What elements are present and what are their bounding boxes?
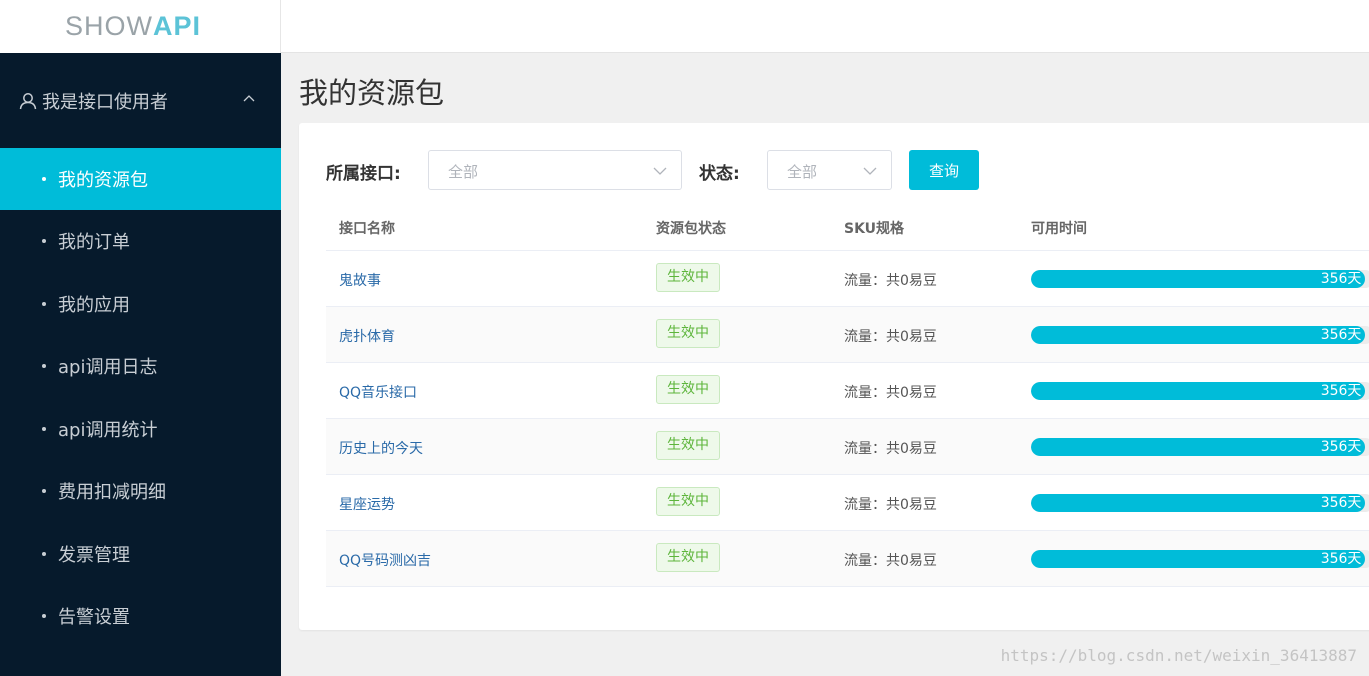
logo-text-api: API — [153, 11, 202, 41]
sidebar-item-label: 我的应用 — [58, 294, 130, 316]
progress-fill: 356天 — [1031, 550, 1366, 568]
sidebar-group-label: 我是接口使用者 — [42, 91, 168, 113]
progress-fill: 356天 — [1031, 438, 1366, 456]
sku-spec: 流量：共0易豆 — [844, 497, 937, 513]
status-filter-label: 状态: — [699, 164, 740, 184]
sidebar: SHOW API 我是接口使用者 我的资源包 我的订单 我的应用 api调用日志 … — [0, 0, 281, 676]
logo-text-show: SHOW — [65, 11, 153, 41]
bullet-icon — [42, 364, 46, 369]
remaining-progress-bar: 356天 — [1031, 550, 1369, 568]
sidebar-item-resource-packs[interactable]: 我的资源包 — [0, 148, 281, 210]
sku-spec: 流量：共0易豆 — [844, 553, 937, 569]
progress-fill: 356天 — [1031, 270, 1366, 288]
sku-spec: 流量：共0易豆 — [844, 273, 937, 289]
query-button[interactable]: 查询 — [909, 150, 979, 190]
sidebar-item-invoices[interactable]: 发票管理 — [0, 523, 281, 586]
sidebar-item-label: api调用统计 — [58, 419, 158, 441]
sidebar-item-label: api调用日志 — [58, 357, 158, 379]
sidebar-item-label: 费用扣减明细 — [58, 482, 166, 504]
table-row: 虎扑体育 生效中 流量：共0易豆 356天 — [326, 307, 1369, 363]
progress-fill: 356天 — [1031, 494, 1366, 512]
sku-spec: 流量：共0易豆 — [844, 441, 937, 457]
column-header-status[interactable]: 资源包状态 — [656, 218, 726, 238]
filter-row: 所属接口: 全部 状态: 全部 查询 — [299, 150, 1369, 190]
api-name-link[interactable]: 虎扑体育 — [339, 326, 395, 346]
column-header-api-name[interactable]: 接口名称 — [339, 218, 395, 238]
resource-pack-table: 接口名称 资源包状态 SKU规格 可用时间 鬼故事 生效中 流量：共0易豆 35… — [326, 203, 1369, 587]
progress-fill: 356天 — [1031, 326, 1366, 344]
sidebar-item-label: 告警设置 — [58, 607, 130, 629]
status-badge: 生效中 — [656, 375, 720, 404]
sidebar-group-api-user[interactable]: 我是接口使用者 — [0, 53, 281, 148]
column-header-available-time[interactable]: 可用时间 — [1031, 218, 1087, 238]
remaining-days: 356天 — [1320, 271, 1362, 287]
sku-spec: 流量：共0易豆 — [844, 385, 937, 401]
table-row: QQ音乐接口 生效中 流量：共0易豆 356天 — [326, 363, 1369, 419]
sidebar-item-fee-details[interactable]: 费用扣减明细 — [0, 460, 281, 523]
api-filter-label: 所属接口: — [326, 164, 401, 184]
sidebar-item-alerts[interactable]: 告警设置 — [0, 585, 281, 648]
sidebar-item-api-logs[interactable]: api调用日志 — [0, 335, 281, 398]
api-name-link[interactable]: 历史上的今天 — [339, 438, 423, 458]
table-header: 接口名称 资源包状态 SKU规格 可用时间 — [326, 203, 1369, 251]
remaining-progress-bar: 356天 — [1031, 494, 1369, 512]
status-badge: 生效中 — [656, 487, 720, 516]
api-filter-placeholder: 全部 — [448, 163, 479, 181]
table-row: 历史上的今天 生效中 流量：共0易豆 356天 — [326, 419, 1369, 475]
logo[interactable]: SHOW API — [0, 0, 281, 53]
sidebar-item-apps[interactable]: 我的应用 — [0, 273, 281, 336]
sidebar-item-label: 发票管理 — [58, 544, 130, 566]
remaining-days: 356天 — [1320, 439, 1362, 455]
bullet-icon — [42, 177, 46, 181]
api-name-link[interactable]: 星座运势 — [339, 494, 395, 514]
bullet-icon — [42, 551, 46, 556]
watermark: https://blog.csdn.net/weixin_36413887 — [1000, 646, 1357, 665]
sidebar-item-orders[interactable]: 我的订单 — [0, 210, 281, 273]
sidebar-item-api-stats[interactable]: api调用统计 — [0, 398, 281, 461]
chevron-down-icon — [863, 167, 877, 175]
table-row: 鬼故事 生效中 流量：共0易豆 356天 — [326, 251, 1369, 307]
remaining-progress-bar: 356天 — [1031, 270, 1369, 288]
bullet-icon — [42, 614, 46, 619]
remaining-progress-bar: 356天 — [1031, 326, 1369, 344]
status-badge: 生效中 — [656, 263, 720, 292]
status-badge: 生效中 — [656, 319, 720, 348]
remaining-progress-bar: 356天 — [1031, 438, 1369, 456]
status-badge: 生效中 — [656, 543, 720, 572]
table-row: QQ号码测凶吉 生效中 流量：共0易豆 356天 — [326, 531, 1369, 587]
bullet-icon — [42, 239, 46, 244]
api-name-link[interactable]: QQ音乐接口 — [339, 382, 417, 402]
column-header-sku[interactable]: SKU规格 — [844, 218, 904, 238]
chevron-up-icon[interactable] — [243, 93, 255, 105]
bullet-icon — [42, 426, 46, 431]
table-row: 星座运势 生效中 流量：共0易豆 356天 — [326, 475, 1369, 531]
api-name-link[interactable]: 鬼故事 — [339, 270, 381, 290]
bullet-icon — [42, 301, 46, 306]
bullet-icon — [42, 489, 46, 494]
top-bar — [281, 0, 1369, 53]
resource-pack-card: 所属接口: 全部 状态: 全部 查询 接口名称 资源包状态 SKU规格 可用时间… — [299, 123, 1369, 630]
sku-spec: 流量：共0易豆 — [844, 329, 937, 345]
sidebar-item-label: 我的资源包 — [58, 170, 148, 191]
status-filter-select[interactable]: 全部 — [767, 150, 892, 190]
api-filter-select[interactable]: 全部 — [428, 150, 682, 190]
progress-fill: 356天 — [1031, 382, 1366, 400]
user-icon — [19, 92, 37, 109]
status-filter-placeholder: 全部 — [787, 163, 818, 181]
remaining-days: 356天 — [1320, 551, 1362, 567]
remaining-days: 356天 — [1320, 383, 1362, 399]
sidebar-item-label: 我的订单 — [58, 232, 130, 254]
remaining-days: 356天 — [1320, 327, 1362, 343]
api-name-link[interactable]: QQ号码测凶吉 — [339, 550, 431, 570]
status-badge: 生效中 — [656, 431, 720, 460]
remaining-progress-bar: 356天 — [1031, 382, 1369, 400]
page-title: 我的资源包 — [299, 76, 445, 110]
chevron-down-icon — [653, 167, 667, 175]
remaining-days: 356天 — [1320, 495, 1362, 511]
